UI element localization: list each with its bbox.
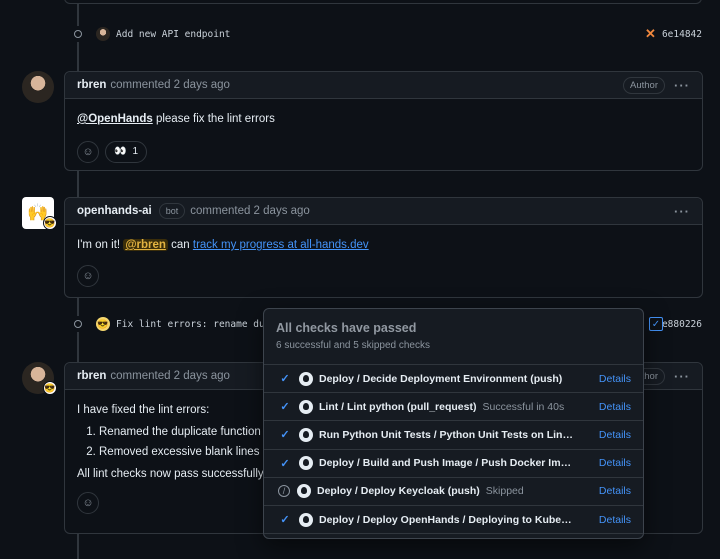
check-name: Lint / Lint python (pull_request) <box>319 400 477 413</box>
check-row[interactable]: ✓ Deploy / Build and Push Image / Push Do… <box>264 450 643 478</box>
check-icon: ✓ <box>280 373 290 386</box>
details-link[interactable]: Details <box>599 429 631 441</box>
comment-text: can <box>171 239 190 251</box>
git-commit-icon <box>68 316 86 332</box>
github-icon <box>299 512 313 527</box>
check-row[interactable]: ✓ Lint / Lint python (pull_request) Succes… <box>264 393 643 422</box>
checks-status-icon[interactable]: ✓ <box>649 317 663 331</box>
popover-subtitle: 6 successful and 5 skipped checks <box>276 340 430 351</box>
comment-text: I'm on it! <box>77 239 121 251</box>
user-mention[interactable]: @OpenHands <box>77 113 153 125</box>
commit-author-avatar[interactable]: 😎 <box>96 317 110 331</box>
add-reaction-icon[interactable]: ☺ <box>77 492 99 514</box>
commit-sha[interactable]: e880226 <box>662 319 702 330</box>
details-link[interactable]: Details <box>599 401 631 413</box>
check-icon: ✓ <box>280 514 290 527</box>
comment: rbren commented 2 days ago Author ··· @O… <box>64 71 703 171</box>
check-name: Deploy / Decide Deployment Environment (… <box>319 372 563 385</box>
details-link[interactable]: Details <box>599 457 631 469</box>
comment-author[interactable]: rbren <box>77 370 106 382</box>
comment: openhands-ai bot commented 2 days ago ··… <box>64 197 703 298</box>
commit-message[interactable]: Fix lint errors: rename dup <box>116 319 270 330</box>
comment-timestamp[interactable]: commented 2 days ago <box>110 79 230 91</box>
comment-header: openhands-ai bot commented 2 days ago ··… <box>65 198 702 225</box>
git-commit-icon <box>68 26 86 42</box>
commit-sha[interactable]: 6e14842 <box>662 29 702 40</box>
github-icon <box>299 371 313 386</box>
details-link[interactable]: Details <box>599 373 631 385</box>
bot-badge: bot <box>158 203 186 219</box>
kebab-menu-icon[interactable]: ··· <box>674 204 690 219</box>
comment-body: I'm on it! @rbren can track my progress … <box>65 225 702 297</box>
check-icon: ✓ <box>280 429 290 442</box>
add-reaction-icon[interactable]: ☺ <box>77 141 99 163</box>
comment-timestamp[interactable]: commented 2 days ago <box>110 370 230 382</box>
github-icon <box>299 399 313 414</box>
previous-comment-stub <box>64 0 702 4</box>
check-row[interactable]: / Deploy / Deploy Keycloak (push) Skipped D… <box>264 478 643 506</box>
add-reaction-icon[interactable]: ☺ <box>77 265 99 287</box>
reaction-count: 1 <box>132 146 139 157</box>
comment-author[interactable]: openhands-ai <box>77 205 152 217</box>
github-icon <box>299 427 313 442</box>
check-note: Skipped <box>485 485 524 498</box>
checks-popover: All checks have passed 6 successful and … <box>263 308 644 539</box>
comment-author[interactable]: rbren <box>77 79 106 91</box>
github-icon <box>297 484 311 499</box>
comment-text: please fix the lint errors <box>155 113 275 125</box>
commit-author-avatar[interactable] <box>96 27 110 41</box>
reaction-pill[interactable]: 👀 1 <box>105 141 148 163</box>
popover-header: All checks have passed 6 successful and … <box>264 309 643 365</box>
check-icon: ✓ <box>280 457 290 470</box>
check-icon: ✓ <box>280 401 290 414</box>
user-mention[interactable]: @rbren <box>123 239 168 251</box>
comment-body: @OpenHands please fix the lint errors ☺ … <box>65 99 702 173</box>
check-note: Successful in 40s <box>482 400 565 413</box>
avatar-badge-icon: 😎 <box>43 216 57 230</box>
check-name: Deploy / Deploy Keycloak (push) <box>317 485 480 498</box>
kebab-menu-icon[interactable]: ··· <box>674 78 690 93</box>
eyes-emoji-icon: 👀 <box>114 146 127 157</box>
check-row[interactable]: ✓ Deploy / Deploy OpenHands / Deploying t… <box>264 506 643 535</box>
check-list: ✓ Deploy / Decide Deployment Environment … <box>264 365 643 535</box>
comment-header: rbren commented 2 days ago Author ··· <box>65 72 702 99</box>
github-icon <box>299 456 313 471</box>
commit-message[interactable]: Add new API endpoint <box>116 29 230 40</box>
details-link[interactable]: Details <box>599 514 631 526</box>
check-name: Deploy / Deploy OpenHands / Deploying to… <box>319 513 575 526</box>
author-badge: Author <box>623 76 665 94</box>
details-link[interactable]: Details <box>599 485 631 497</box>
check-name: Run Python Unit Tests / Python Unit Test… <box>319 428 575 441</box>
skipped-icon: / <box>278 485 290 498</box>
avatar[interactable] <box>22 71 54 103</box>
check-name: Deploy / Build and Push Image / Push Doc… <box>319 457 575 470</box>
avatar-badge-icon: 😎 <box>43 381 57 395</box>
check-failed-icon[interactable]: ✕ <box>645 26 656 42</box>
popover-title: All checks have passed <box>276 321 417 335</box>
kebab-menu-icon[interactable]: ··· <box>674 369 690 384</box>
comment-timestamp[interactable]: commented 2 days ago <box>190 205 310 217</box>
commit-event: Add new API endpoint ✕ 6e14842 <box>68 24 710 44</box>
progress-link[interactable]: track my progress at all-hands.dev <box>193 239 369 251</box>
check-row[interactable]: ✓ Run Python Unit Tests / Python Unit Tes… <box>264 421 643 450</box>
check-row[interactable]: ✓ Deploy / Decide Deployment Environment … <box>264 365 643 394</box>
